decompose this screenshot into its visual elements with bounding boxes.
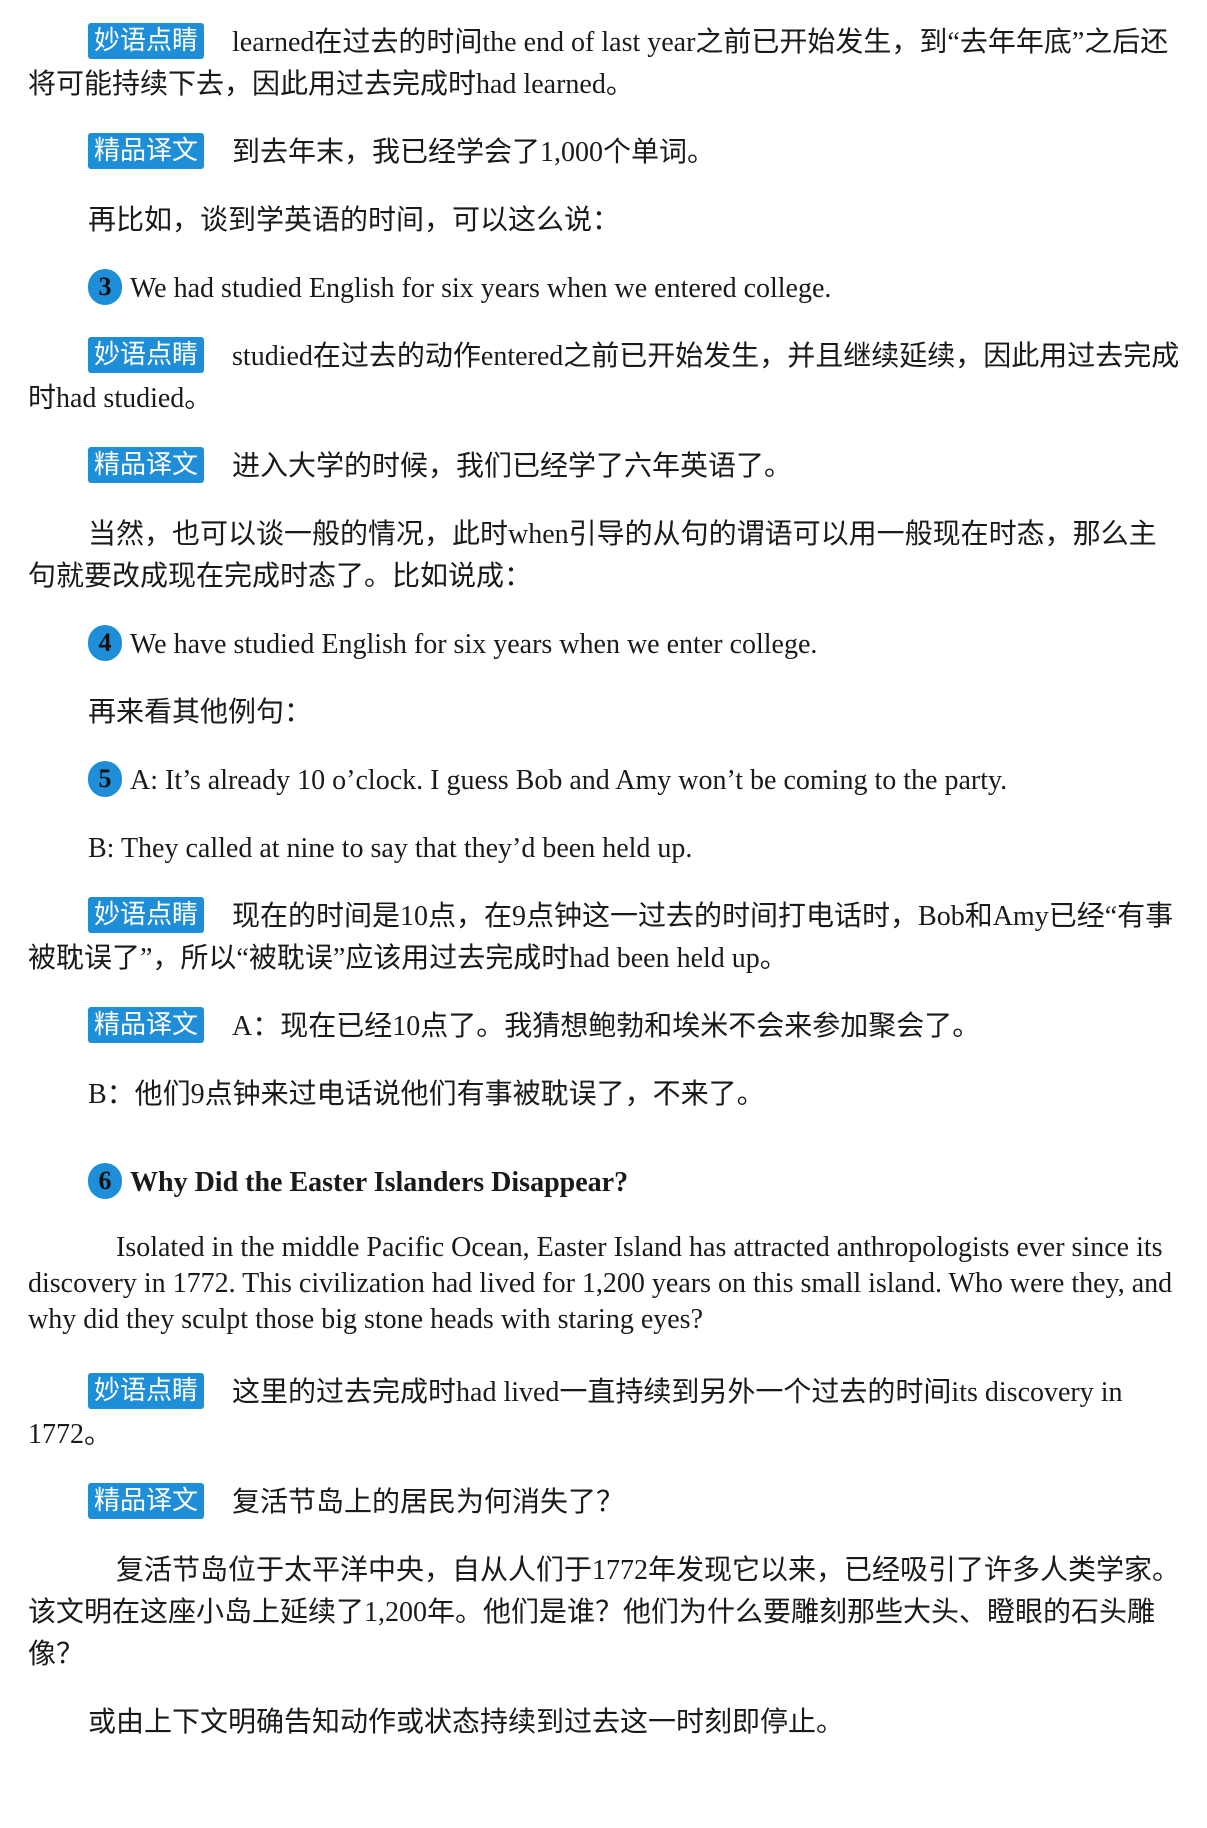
- passage-paragraph: Isolated in the middle Pacific Ocean, Ea…: [28, 1232, 1173, 1335]
- comment-paragraph: 妙语点睛 现在的时间是10点，在9点钟这一过去的时间打电话时，Bob和Amy已经“…: [28, 896, 1180, 980]
- translated-passage-paragraph: 复活节岛位于太平洋中央，自从人们于1772年发现它以来，已经吸引了许多人类学家。…: [28, 1555, 1181, 1670]
- example-number-badge: 6: [88, 1163, 122, 1199]
- comment-tag: 妙语点睛: [88, 1373, 205, 1409]
- example-number-badge: 3: [88, 269, 122, 305]
- translation-text: A：现在已经10点了。我猜想鲍勃和埃米不会来参加聚会了。: [232, 1011, 981, 1042]
- translation-b-line: B：他们9点钟来过电话说他们有事被耽误了，不来了。: [88, 1079, 765, 1110]
- translation-paragraph: 精品译文 进入大学的时候，我们已经学了六年英语了。: [28, 446, 1180, 488]
- translation-paragraph: 精品译文 A：现在已经10点了。我猜想鲍勃和埃米不会来参加聚会了。: [28, 1006, 1180, 1048]
- translation-tag: 精品译文: [88, 1483, 205, 1519]
- body-paragraph: 再来看其他例句：: [88, 697, 313, 728]
- comment-tag: 妙语点睛: [88, 23, 205, 59]
- example-sentence-4: 4 We have studied English for six years w…: [88, 624, 1180, 666]
- example-text: We had studied English for six years whe…: [130, 273, 832, 304]
- translation-text: 到去年末，我已经学会了1,000个单词。: [232, 137, 716, 168]
- example-sentence-5: 5 A: It’s already 10 o’clock. I guess Bob…: [88, 760, 1180, 802]
- comment-tag: 妙语点睛: [88, 897, 205, 933]
- passage-title: Why Did the Easter Islanders Disappear?: [130, 1167, 629, 1198]
- example-text: We have studied English for six years wh…: [130, 629, 818, 660]
- translation-text: 进入大学的时候，我们已经学了六年英语了。: [232, 451, 793, 482]
- comment-tag: 妙语点睛: [88, 337, 205, 373]
- body-paragraph: 或由上下文明确告知动作或状态持续到过去这一时刻即停止。: [88, 1707, 845, 1738]
- comment-paragraph: 妙语点睛 studied在过去的动作entered之前已开始发生，并且继续延续，因…: [28, 336, 1180, 420]
- example-number-badge: 5: [88, 761, 122, 797]
- example-sentence-5-b: B: They called at nine to say that they’…: [88, 833, 693, 864]
- document-page: 妙语点睛 learned在过去的时间the end of last year之前已…: [28, 22, 1180, 1770]
- translation-paragraph: 精品译文 复活节岛上的居民为何消失了？: [28, 1482, 1180, 1524]
- translation-paragraph: 精品译文 到去年末，我已经学会了1,000个单词。: [28, 132, 1180, 174]
- body-paragraph: 当然，也可以谈一般的情况，此时when引导的从句的谓语可以用一般现在时态，那么主…: [28, 519, 1157, 592]
- comment-paragraph: 妙语点睛 learned在过去的时间the end of last year之前已…: [28, 22, 1180, 106]
- translation-tag: 精品译文: [88, 1007, 205, 1043]
- translation-text: 复活节岛上的居民为何消失了？: [232, 1487, 625, 1518]
- example-sentence-3: 3 We had studied English for six years wh…: [88, 268, 1180, 310]
- example-title-6: 6 Why Did the Easter Islanders Disappear?: [88, 1162, 1180, 1204]
- body-paragraph: 再比如，谈到学英语的时间，可以这么说：: [88, 205, 621, 236]
- translation-tag: 精品译文: [88, 447, 205, 483]
- example-number-badge: 4: [88, 625, 122, 661]
- translation-tag: 精品译文: [88, 133, 205, 169]
- example-text: A: It’s already 10 o’clock. I guess Bob …: [130, 765, 1008, 796]
- comment-paragraph: 妙语点睛 这里的过去完成时had lived一直持续到另外一个过去的时间its d…: [28, 1372, 1180, 1456]
